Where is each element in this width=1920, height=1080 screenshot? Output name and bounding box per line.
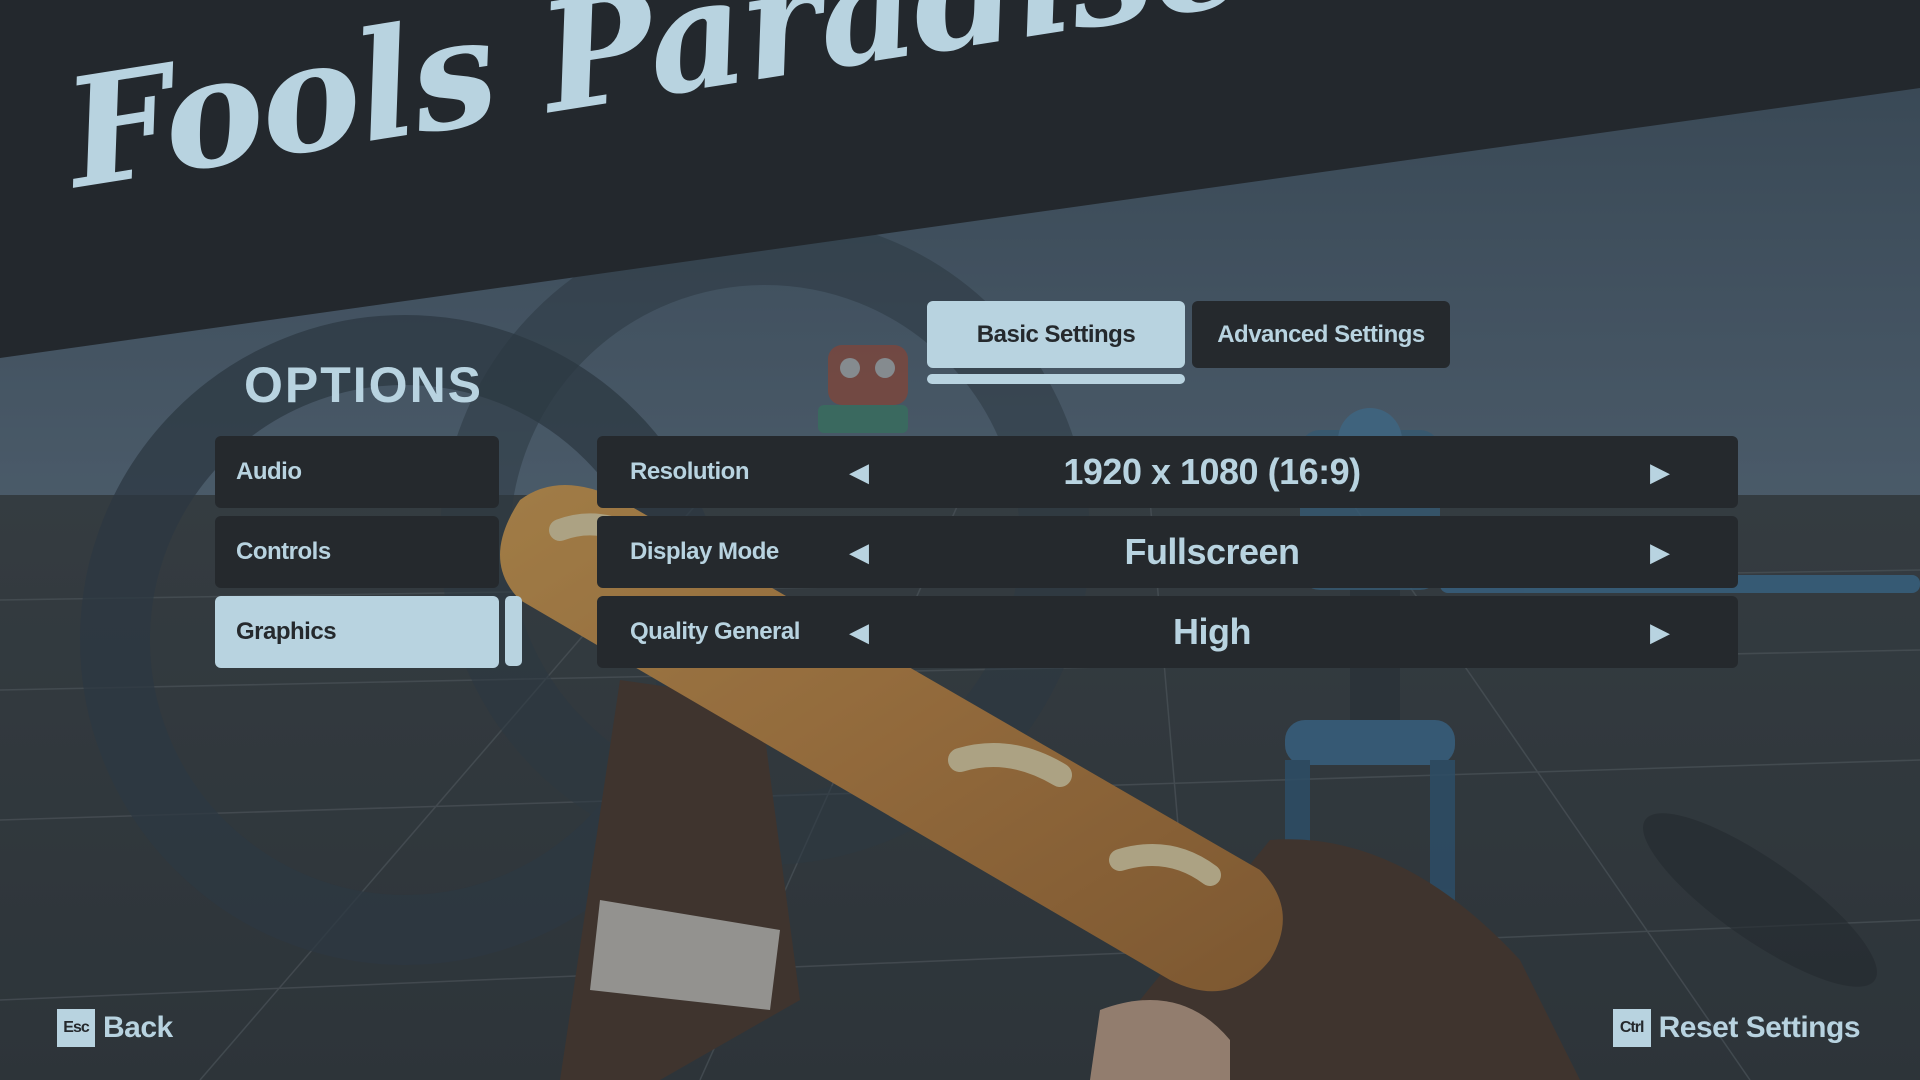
sidebar-item-label: Audio [236,458,302,485]
active-tab-underline [927,374,1185,384]
sidebar-item-controls[interactable]: Controls [215,516,499,588]
ctrl-key-icon: Ctrl [1612,1009,1651,1047]
right-arrow-icon[interactable]: ▶ [1640,532,1680,572]
setting-label: Display Mode [630,538,779,565]
sidebar-item-label: Controls [236,538,331,565]
setting-label: Quality General [630,618,800,645]
setting-row-quality-general: Quality General ◀ High ▶ [597,596,1738,668]
back-button[interactable]: Esc Back [57,1008,173,1048]
tab-label: Basic Settings [976,320,1136,348]
setting-label: Resolution [630,458,750,485]
sidebar-item-label: Graphics [236,618,337,645]
tab-basic-settings[interactable]: Basic Settings [927,301,1185,368]
sidebar-item-graphics[interactable]: Graphics [215,596,499,668]
reset-settings-button[interactable]: Ctrl Reset Settings [1612,1008,1861,1048]
right-arrow-icon[interactable]: ▶ [1640,452,1680,492]
setting-value: High [1173,611,1251,652]
setting-row-resolution: Resolution ◀ 1920 x 1080 (16:9) ▶ [597,436,1738,508]
back-label: Back [103,1011,173,1044]
setting-row-display-mode: Display Mode ◀ Fullscreen ▶ [597,516,1738,588]
setting-value: 1920 x 1080 (16:9) [1063,451,1361,492]
esc-key-icon: Esc [57,1009,95,1047]
reset-settings-label: Reset Settings [1658,1011,1861,1044]
left-arrow-icon[interactable]: ◀ [839,452,879,492]
tab-label: Advanced Settings [1217,320,1425,348]
tab-advanced-settings[interactable]: Advanced Settings [1192,301,1450,368]
left-arrow-icon[interactable]: ◀ [839,532,879,572]
right-arrow-icon[interactable]: ▶ [1640,612,1680,652]
sidebar-selection-indicator [505,596,522,666]
left-arrow-icon[interactable]: ◀ [839,612,879,652]
sidebar-item-audio[interactable]: Audio [215,436,499,508]
options-heading: OPTIONS [244,357,484,413]
setting-value: Fullscreen [1124,531,1300,572]
